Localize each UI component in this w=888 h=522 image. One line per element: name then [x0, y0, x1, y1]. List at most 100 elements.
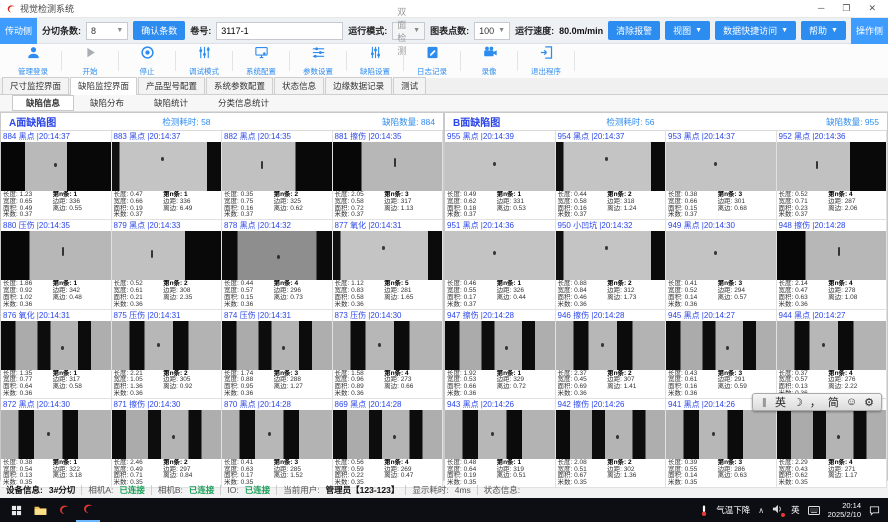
- defect-cell[interactable]: 880 压伤 |20:14:35长度: 1.86宽度: 0.92面积: 1.02…: [1, 220, 112, 309]
- ime-punctuation-toggle[interactable]: ，: [810, 394, 821, 410]
- confirm-count-button[interactable]: 确认条数: [133, 21, 185, 40]
- defect-image[interactable]: [445, 410, 555, 459]
- app-taskbar-icon-active[interactable]: [76, 498, 100, 522]
- defect-image[interactable]: [1, 142, 111, 191]
- defect-image[interactable]: [222, 410, 332, 459]
- tray-expand-icon[interactable]: ∧: [758, 506, 764, 515]
- view-menu-button[interactable]: 视图▼: [665, 21, 710, 40]
- defect-cell[interactable]: 879 黑点 |20:14:33长度: 0.52宽度: 0.61面积: 0.21…: [112, 220, 223, 309]
- toolbar-params-button[interactable]: 参数设置: [293, 44, 343, 78]
- defect-image[interactable]: [112, 142, 222, 191]
- tab-6[interactable]: 边缘数据记录: [325, 77, 392, 94]
- toolbar-defect-button[interactable]: 缺陷设置: [350, 44, 400, 78]
- defect-cell[interactable]: 951 黑点 |20:14:36长度: 0.46宽度: 0.55面积: 0.17…: [445, 220, 556, 309]
- defect-image[interactable]: [666, 321, 776, 370]
- toolbar-stop-button[interactable]: 停止: [122, 44, 172, 78]
- tab-1[interactable]: 尺寸监控界面: [2, 77, 69, 94]
- toolbar-user-button[interactable]: 管理登录: [8, 44, 58, 78]
- app-taskbar-icon[interactable]: [52, 498, 76, 522]
- toolbar-debug-button[interactable]: 调试模式: [179, 44, 229, 78]
- subtab-1[interactable]: 缺陷信息: [12, 95, 74, 111]
- defect-image[interactable]: [777, 321, 887, 370]
- defect-cell[interactable]: 875 压伤 |20:14:31长度: 2.21宽度: 1.05面积: 1.36…: [112, 310, 223, 399]
- subtab-3[interactable]: 缺陷统计: [140, 95, 202, 111]
- defect-cell[interactable]: 953 黑点 |20:14:37长度: 0.38宽度: 0.66面积: 0.15…: [666, 131, 777, 220]
- defect-cell[interactable]: 949 黑点 |20:14:30长度: 0.41宽度: 0.52面积: 0.14…: [666, 220, 777, 309]
- defect-cell[interactable]: 946 擦伤 |20:14:28长度: 2.37宽度: 0.45面积: 0.69…: [556, 310, 667, 399]
- defect-cell[interactable]: 871 擦伤 |20:14:30长度: 2.46宽度: 0.49面积: 0.71…: [112, 399, 223, 488]
- toolbar-play-button[interactable]: 开始: [65, 44, 115, 78]
- defect-image[interactable]: [777, 410, 887, 459]
- ime-emoji-button[interactable]: ☺: [846, 396, 857, 408]
- subtab-2[interactable]: 缺陷分布: [76, 95, 138, 111]
- tab-5[interactable]: 状态信息: [274, 77, 324, 94]
- defect-image[interactable]: [112, 231, 222, 280]
- defect-cell[interactable]: 874 压伤 |20:14:31长度: 1.74宽度: 0.88面积: 0.95…: [222, 310, 333, 399]
- close-icon[interactable]: ✕: [868, 3, 876, 14]
- defect-image[interactable]: [1, 321, 111, 370]
- chart-points-select[interactable]: 100▼: [474, 22, 510, 40]
- subtab-4[interactable]: 分类信息统计: [204, 95, 283, 111]
- weather-text[interactable]: 气温下降: [716, 504, 750, 516]
- defect-image[interactable]: [445, 321, 555, 370]
- defect-cell[interactable]: 872 黑点 |20:14:30长度: 0.38宽度: 0.54面积: 0.13…: [1, 399, 112, 488]
- operator-side-button[interactable]: 操作侧: [851, 18, 888, 44]
- toolbar-exit-button[interactable]: 退出程序: [521, 44, 571, 78]
- clear-alarm-button[interactable]: 清除报警: [608, 21, 660, 40]
- defect-cell[interactable]: 948 擦伤 |20:14:28长度: 2.14宽度: 0.47面积: 0.63…: [777, 220, 888, 309]
- defect-image[interactable]: [333, 321, 443, 370]
- defect-image[interactable]: [112, 321, 222, 370]
- help-menu-button[interactable]: 帮助▼: [801, 21, 846, 40]
- tab-3[interactable]: 产品型号配置: [138, 77, 205, 94]
- defect-cell[interactable]: 943 黑点 |20:14:26长度: 0.48宽度: 0.64面积: 0.19…: [445, 399, 556, 488]
- defect-image[interactable]: [777, 231, 887, 280]
- defect-cell[interactable]: 952 黑点 |20:14:36长度: 0.52宽度: 0.71面积: 0.23…: [777, 131, 888, 220]
- defect-cell[interactable]: 947 擦伤 |20:14:28长度: 1.92宽度: 0.53面积: 0.66…: [445, 310, 556, 399]
- defect-cell[interactable]: 876 氧化 |20:14:31长度: 1.35宽度: 0.77面积: 0.64…: [1, 310, 112, 399]
- taskbar-clock[interactable]: 20:14 2025/2/10: [828, 501, 861, 519]
- toolbar-monitor-button[interactable]: 系统配置: [236, 44, 286, 78]
- defect-image[interactable]: [556, 142, 666, 191]
- defect-image[interactable]: [556, 321, 666, 370]
- data-quick-access-button[interactable]: 数据快捷访问▼: [715, 21, 796, 40]
- maximize-icon[interactable]: ❐: [842, 3, 850, 14]
- defect-cell[interactable]: 944 黑点 |20:14:27长度: 0.37宽度: 0.57面积: 0.13…: [777, 310, 888, 399]
- defect-cell[interactable]: 945 黑点 |20:14:27长度: 0.43宽度: 0.61面积: 0.16…: [666, 310, 777, 399]
- defect-cell[interactable]: 873 压伤 |20:14:30长度: 1.58宽度: 0.96面积: 0.89…: [333, 310, 444, 399]
- defect-image[interactable]: [1, 410, 111, 459]
- defect-cell[interactable]: 940 擦伤 |20:14:26长度: 2.29宽度: 0.43面积: 0.62…: [777, 399, 888, 488]
- defect-cell[interactable]: 942 擦伤 |20:14:26长度: 2.08宽度: 0.51面积: 0.67…: [556, 399, 667, 488]
- ime-drag-handle[interactable]: ❚: [760, 397, 768, 408]
- defect-image[interactable]: [222, 142, 332, 191]
- toolbar-camera-button[interactable]: 录像: [464, 44, 514, 78]
- ime-lang-toggle[interactable]: 英: [775, 394, 786, 410]
- defect-cell[interactable]: 883 黑点 |20:14:37长度: 0.47宽度: 0.66面积: 0.19…: [112, 131, 223, 220]
- defect-cell[interactable]: 878 黑点 |20:14:32长度: 0.44宽度: 0.57面积: 0.15…: [222, 220, 333, 309]
- defect-image[interactable]: [333, 142, 443, 191]
- defect-image[interactable]: [556, 410, 666, 459]
- ime-fullhalf-toggle[interactable]: ☽: [793, 396, 803, 409]
- toolbar-log-button[interactable]: 日志记录: [407, 44, 457, 78]
- slit-count-select[interactable]: 8▼: [86, 22, 128, 40]
- defect-image[interactable]: [445, 142, 555, 191]
- drive-side-button[interactable]: 传动侧: [0, 18, 37, 44]
- tab-7[interactable]: 测试: [393, 77, 426, 94]
- defect-cell[interactable]: 941 黑点 |20:14:26长度: 0.39宽度: 0.55面积: 0.14…: [666, 399, 777, 488]
- start-button[interactable]: [4, 498, 28, 522]
- ime-toolbar[interactable]: ❚ 英☽，简☺⚙: [752, 393, 882, 411]
- run-mode-select[interactable]: 双面检测▼: [392, 22, 425, 40]
- defect-image[interactable]: [666, 231, 776, 280]
- defect-image[interactable]: [666, 410, 776, 459]
- defect-cell[interactable]: 870 黑点 |20:14:28长度: 0.41宽度: 0.63面积: 0.17…: [222, 399, 333, 488]
- defect-cell[interactable]: 954 黑点 |20:14:37长度: 0.44宽度: 0.58面积: 0.16…: [556, 131, 667, 220]
- minimize-icon[interactable]: ─: [818, 3, 824, 14]
- roll-number-input[interactable]: [216, 22, 343, 40]
- ime-simplified-toggle[interactable]: 简: [828, 394, 839, 410]
- defect-image[interactable]: [445, 231, 555, 280]
- defect-cell[interactable]: 882 黑点 |20:14:35长度: 0.35宽度: 0.75面积: 0.16…: [222, 131, 333, 220]
- defect-cell[interactable]: 884 黑点 |20:14:37长度: 1.23宽度: 0.65面积: 0.49…: [1, 131, 112, 220]
- defect-cell[interactable]: 869 黑点 |20:14:28长度: 0.56宽度: 0.59面积: 0.22…: [333, 399, 444, 488]
- defect-cell[interactable]: 877 氧化 |20:14:31长度: 1.12宽度: 0.83面积: 0.58…: [333, 220, 444, 309]
- defect-image[interactable]: [666, 142, 776, 191]
- defect-image[interactable]: [333, 410, 443, 459]
